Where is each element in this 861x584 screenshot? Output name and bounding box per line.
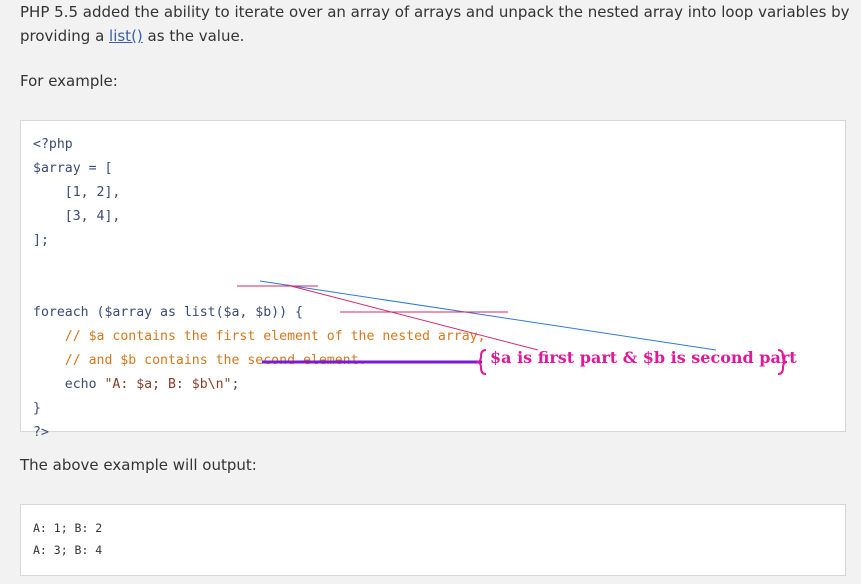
intro-paragraph: PHP 5.5 added the ability to iterate ove… <box>20 0 850 48</box>
code-line: $array = [ <box>33 161 113 176</box>
code-line: [1, 2], <box>33 185 121 200</box>
code-punct: ; <box>231 377 240 392</box>
code-line: } <box>33 401 41 416</box>
code-line: <?php <box>33 137 73 152</box>
for-example-label: For example: <box>20 72 118 90</box>
code-block: <?php $array = [ [1, 2], [3, 4], ]; fore… <box>33 133 486 445</box>
annotation-note: $a is first part & $b is second part <box>490 348 797 367</box>
output-line: A: 3; B: 4 <box>33 543 103 557</box>
code-string: "A: $a; B: $b\n" <box>104 377 232 392</box>
code-line: ]; <box>33 233 49 248</box>
code-line: [3, 4], <box>33 209 121 224</box>
output-box: A: 1; B: 2 A: 3; B: 4 <box>20 504 846 576</box>
output-label: The above example will output: <box>20 456 257 474</box>
intro-text-after: as the value. <box>142 27 245 45</box>
list-function-link[interactable]: list() <box>109 27 143 45</box>
code-comment: // and $b contains the second element. <box>33 353 367 368</box>
code-line: ?> <box>33 425 49 440</box>
code-line-echo: echo "A: $a; B: $b\n"; <box>33 377 240 392</box>
code-keyword: echo <box>33 377 105 392</box>
output-block: A: 1; B: 2 A: 3; B: 4 <box>33 517 102 561</box>
code-comment: // $a contains the first element of the … <box>33 329 486 344</box>
output-line: A: 1; B: 2 <box>33 521 103 535</box>
code-example-box: <?php $array = [ [1, 2], [3, 4], ]; fore… <box>20 120 846 440</box>
code-line: foreach ($array as list($a, $b)) { <box>33 305 303 320</box>
